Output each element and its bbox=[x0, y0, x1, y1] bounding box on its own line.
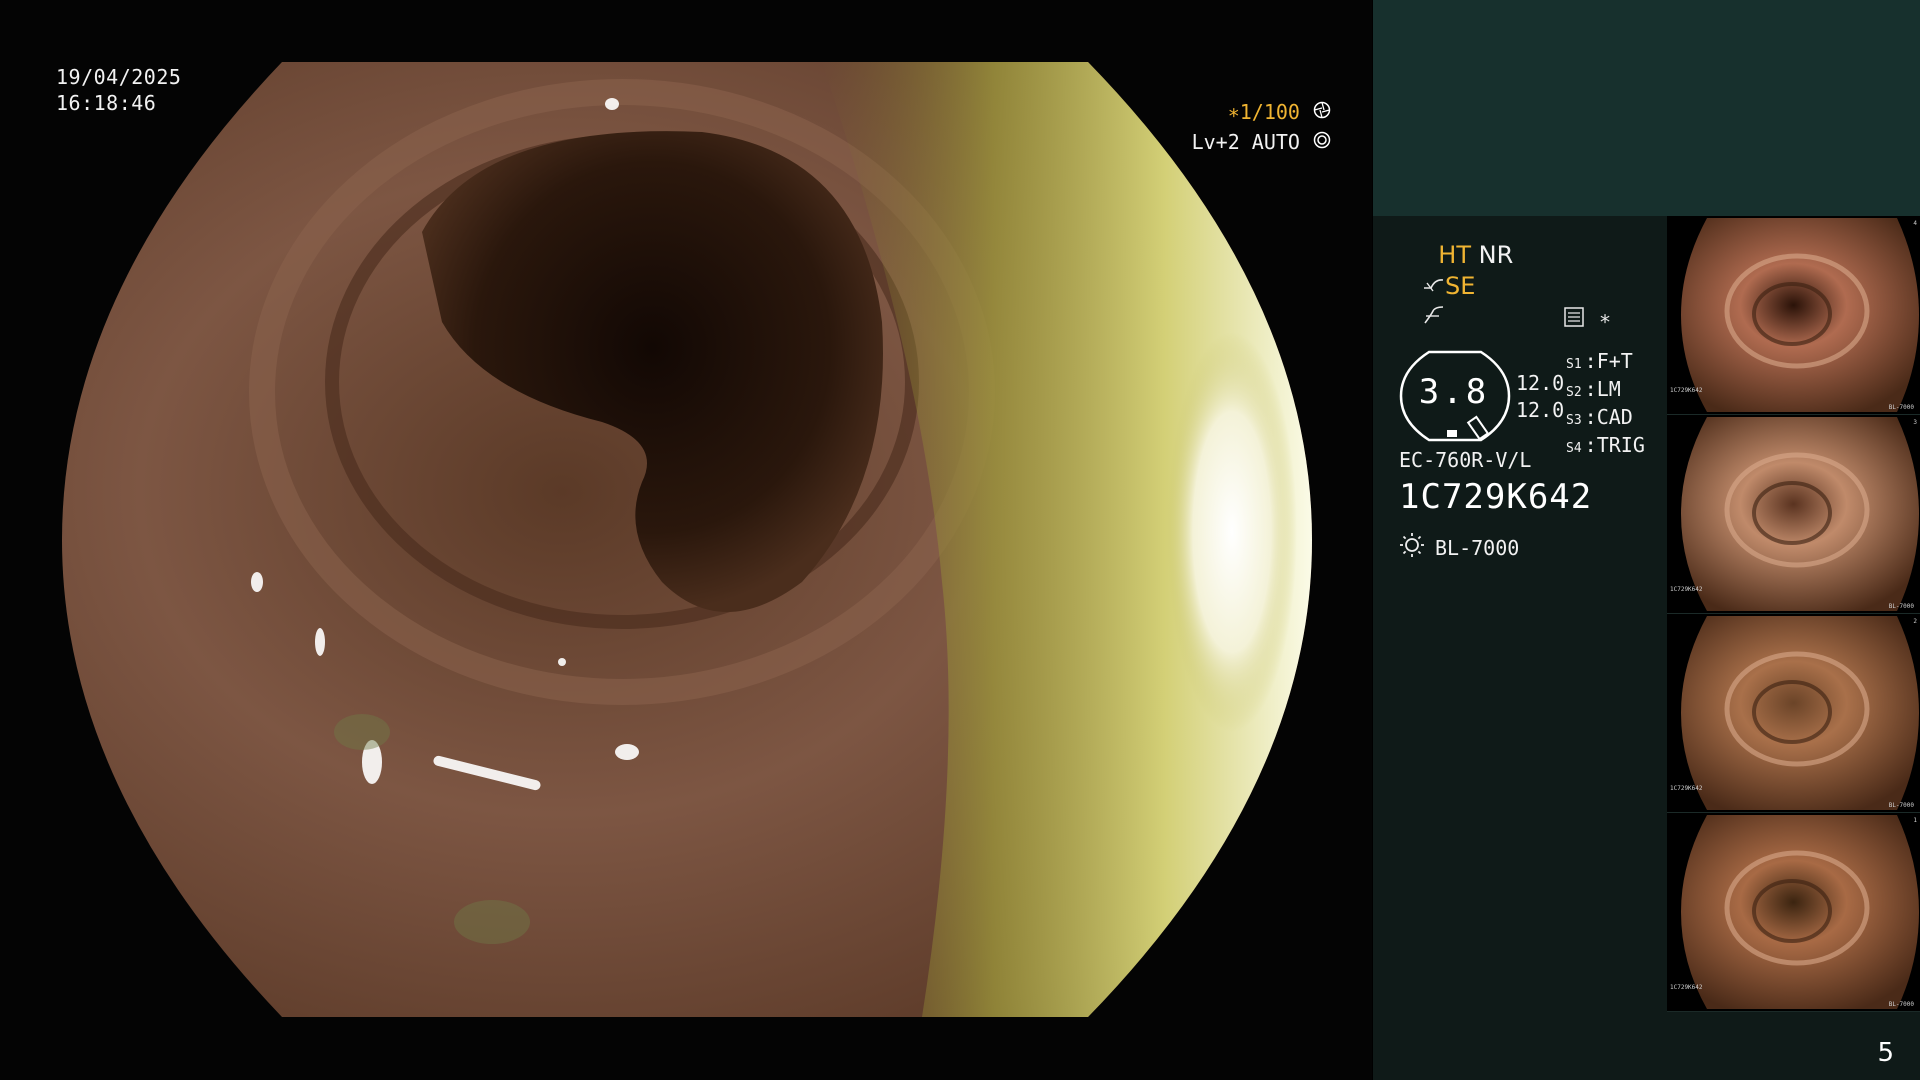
thumbnail-image bbox=[1681, 616, 1919, 810]
shutter-speed: ∗1/100 bbox=[1227, 100, 1300, 124]
timestamp: 19/04/2025 16:18:46 bbox=[56, 64, 181, 116]
scope-serial: 1C729K642 bbox=[1399, 477, 1593, 517]
thumbnail-serial: 1C729K642 bbox=[1670, 984, 1703, 991]
thumbnail-light: BL-7000 bbox=[1888, 603, 1914, 610]
tone-curve-icon bbox=[1423, 272, 1445, 300]
thumbnail-index: 4 bbox=[1913, 220, 1917, 227]
switch-4: S4:TRIG bbox=[1566, 433, 1645, 457]
thumbnail-light: BL-7000 bbox=[1888, 1001, 1914, 1008]
scope-model: EC-760R-V/L bbox=[1399, 448, 1532, 472]
image-mode: HT NR SE bbox=[1423, 240, 1513, 333]
dial-value: 3.8 bbox=[1418, 372, 1490, 412]
thumbnail-serial: 1C729K642 bbox=[1670, 586, 1703, 593]
thumbnail-image bbox=[1681, 815, 1919, 1009]
enhance-curve-icon bbox=[1423, 303, 1445, 331]
level-values: 12.0 12.0 bbox=[1516, 370, 1564, 424]
asterisk-indicator: ∗ bbox=[1599, 306, 1612, 330]
switch-3: S3:CAD bbox=[1566, 405, 1633, 429]
thumbnail-strip: 1C729K642 BL-7000 4 1C729K642 BL-7000 3 1C729K… bbox=[1667, 216, 1920, 1012]
endoscope-view: 19/04/2025 16:18:46 ∗1/100 Lv+2 AUTO bbox=[0, 0, 1372, 1080]
thumbnail-image bbox=[1681, 218, 1919, 412]
thumbnail-index: 2 bbox=[1913, 618, 1917, 625]
switch-2: S2:LM bbox=[1566, 377, 1621, 401]
record-settings-icon bbox=[1563, 306, 1585, 333]
page-number: 5 bbox=[1877, 1038, 1894, 1068]
light-source-label: BL-7000 bbox=[1435, 535, 1520, 560]
info-panel: HT NR SE ∗ 3.8 12.0 12.0 S1:F+T S2:LM S3… bbox=[1373, 0, 1920, 1080]
thumbnail-serial: 1C729K642 bbox=[1670, 785, 1703, 792]
switch-1: S1:F+T bbox=[1566, 349, 1633, 373]
thumbnail-light: BL-7000 bbox=[1888, 802, 1914, 809]
light-source: BL-7000 bbox=[1399, 532, 1519, 563]
thumbnail-serial: 1C729K642 bbox=[1670, 387, 1703, 394]
thumbnail-image bbox=[1681, 417, 1919, 611]
mode-ht: HT bbox=[1438, 241, 1471, 269]
panel-header-area bbox=[1373, 0, 1920, 216]
thumbnail-2[interactable]: 1C729K642 BL-7000 3 bbox=[1667, 415, 1920, 614]
brightness-level: Lv+2 AUTO bbox=[1191, 130, 1300, 154]
capture-time: 16:18:46 bbox=[56, 91, 157, 115]
thumbnail-index: 1 bbox=[1913, 817, 1917, 824]
level-2: 12.0 bbox=[1516, 398, 1565, 422]
mode-se: SE bbox=[1445, 272, 1476, 300]
iris-icon bbox=[1312, 130, 1332, 158]
endoscope-image bbox=[62, 62, 1312, 1017]
switch-assignments: S1:F+T S2:LM S3:CAD S4:TRIG bbox=[1566, 349, 1645, 461]
aperture-icon bbox=[1312, 100, 1332, 128]
thumbnail-light: BL-7000 bbox=[1888, 404, 1914, 411]
thumbnail-1[interactable]: 1C729K642 BL-7000 4 bbox=[1667, 216, 1920, 415]
mode-nr: NR bbox=[1478, 241, 1514, 269]
thumbnail-3[interactable]: 1C729K642 BL-7000 2 bbox=[1667, 614, 1920, 813]
level-1: 12.0 bbox=[1516, 371, 1565, 395]
thumbnail-index: 3 bbox=[1913, 419, 1917, 426]
exposure-settings: ∗1/100 Lv+2 AUTO bbox=[1192, 98, 1332, 158]
capture-date: 19/04/2025 bbox=[56, 65, 182, 89]
thumbnail-4[interactable]: 1C729K642 BL-7000 1 bbox=[1667, 813, 1920, 1012]
light-source-icon bbox=[1399, 532, 1425, 563]
